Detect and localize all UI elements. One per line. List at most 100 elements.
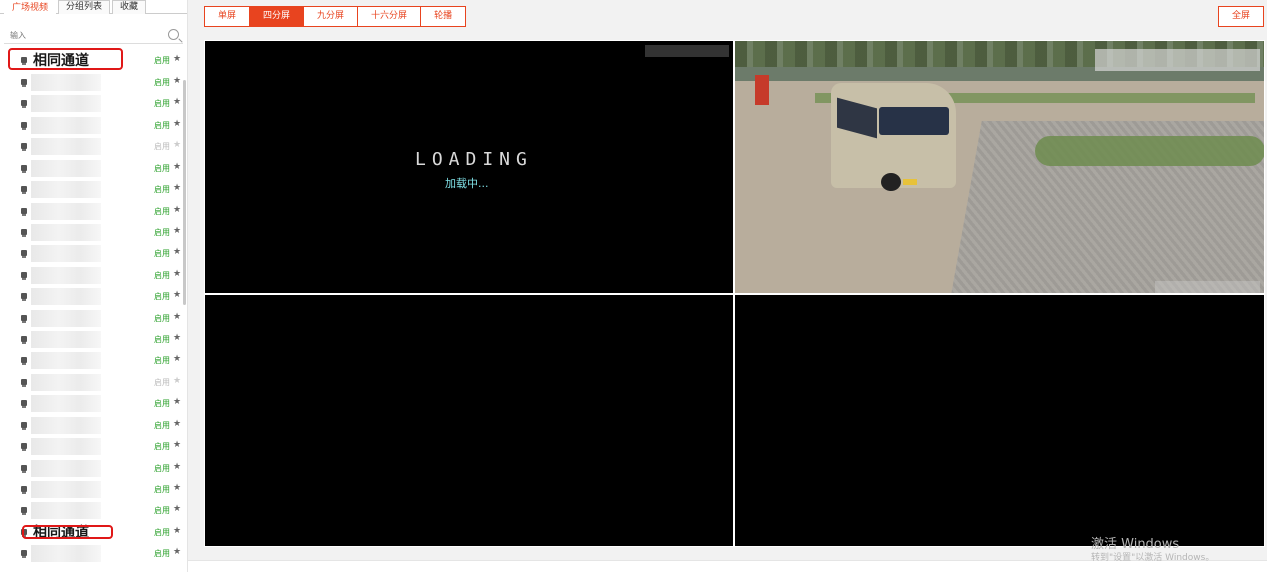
list-item[interactable]: 启用 ★ (0, 201, 186, 222)
camera-icon (21, 165, 27, 173)
status-badge: 启用 (154, 78, 170, 87)
search-input[interactable] (4, 28, 183, 43)
fullscreen-button[interactable]: 全屏 (1218, 6, 1265, 27)
sidebar-tabs: 广场视频 分组列表 收藏 (0, 0, 187, 15)
tab-square-video[interactable]: 广场视频 (4, 1, 57, 15)
list-item[interactable]: 启用 ★ (0, 500, 186, 521)
camera-icon (21, 208, 27, 216)
favorite-star-icon[interactable]: ★ (173, 290, 181, 300)
list-item[interactable]: 相同通道 启用 ★ (0, 522, 186, 543)
status-badge: 启用 (154, 249, 170, 258)
channel-name (31, 352, 101, 369)
channel-name (31, 310, 101, 327)
favorite-star-icon[interactable]: ★ (173, 419, 181, 429)
favorite-star-icon[interactable]: ★ (173, 312, 181, 322)
list-item[interactable]: 启用 ★ (0, 265, 186, 286)
favorite-star-icon[interactable]: ★ (173, 247, 181, 257)
favorite-star-icon[interactable]: ★ (173, 504, 181, 514)
favorite-star-icon[interactable]: ★ (173, 97, 181, 107)
video-cell-2[interactable] (735, 41, 1264, 293)
camera-icon (21, 465, 27, 473)
list-item[interactable]: 启用 ★ (0, 479, 186, 500)
favorite-star-icon[interactable]: ★ (173, 119, 181, 129)
quad-screen-button[interactable]: 四分屏 (249, 6, 305, 27)
list-item[interactable]: 启用 ★ (0, 243, 186, 264)
blurred-timestamp (1155, 281, 1260, 293)
favorite-star-icon[interactable]: ★ (173, 376, 181, 386)
camera-icon (21, 400, 27, 408)
list-item[interactable]: 启用 ★ (0, 115, 186, 136)
favorite-star-icon[interactable]: ★ (173, 76, 181, 86)
list-item[interactable]: 启用 ★ (0, 415, 186, 436)
camera-icon (21, 422, 27, 430)
camera-icon (21, 100, 27, 108)
nine-screen-button[interactable]: 九分屏 (303, 6, 359, 27)
favorite-star-icon[interactable]: ★ (173, 205, 181, 215)
favorite-star-icon[interactable]: ★ (173, 333, 181, 343)
list-item[interactable]: 启用 ★ (0, 372, 186, 393)
favorite-star-icon[interactable]: ★ (173, 269, 181, 279)
list-item[interactable]: 启用 ★ (0, 136, 186, 157)
list-item[interactable]: 启用 ★ (0, 72, 186, 93)
list-item[interactable]: 启用 ★ (0, 93, 186, 114)
status-badge: 启用 (154, 464, 170, 473)
favorite-star-icon[interactable]: ★ (173, 140, 181, 150)
favorite-star-icon[interactable]: ★ (173, 483, 181, 493)
favorite-star-icon[interactable]: ★ (173, 397, 181, 407)
camera-icon (21, 143, 27, 151)
camera-icon (21, 379, 27, 387)
list-item[interactable]: 启用 ★ (0, 329, 186, 350)
camera-icon (21, 186, 27, 194)
list-item[interactable]: 启用 ★ (0, 158, 186, 179)
favorite-star-icon[interactable]: ★ (173, 54, 181, 64)
favorite-star-icon[interactable]: ★ (173, 462, 181, 472)
video-cell-3[interactable] (205, 295, 733, 546)
channel-name (31, 481, 101, 498)
list-item[interactable]: 启用 ★ (0, 436, 186, 457)
channel-name (31, 438, 101, 455)
blurred-overlay (1095, 49, 1260, 71)
tab-favorites[interactable]: 收藏 (112, 0, 147, 14)
list-item[interactable]: 启用 ★ (0, 458, 186, 479)
scene-bus (831, 83, 956, 191)
sidebar-scrollbar[interactable] (183, 80, 186, 305)
search-icon[interactable] (168, 29, 179, 40)
carousel-button[interactable]: 轮播 (420, 6, 467, 27)
highlight-annotation (22, 525, 113, 539)
list-item[interactable]: 启用 ★ (0, 286, 186, 307)
list-item[interactable]: 启用 ★ (0, 350, 186, 371)
favorite-star-icon[interactable]: ★ (173, 440, 181, 450)
bus-rear-window (879, 107, 949, 135)
list-item[interactable]: 启用 ★ (0, 222, 186, 243)
status-badge: 启用 (154, 271, 170, 280)
channel-name (31, 117, 101, 134)
list-item[interactable]: 启用 ★ (0, 393, 186, 414)
status-badge: 启用 (154, 185, 170, 194)
favorite-star-icon[interactable]: ★ (173, 547, 181, 557)
scene-grass-island (1035, 136, 1264, 166)
bus-plate (903, 179, 917, 185)
sixteen-screen-button[interactable]: 十六分屏 (357, 6, 422, 27)
status-badge: 启用 (154, 356, 170, 365)
single-screen-button[interactable]: 单屏 (204, 6, 251, 27)
favorite-star-icon[interactable]: ★ (173, 354, 181, 364)
favorite-star-icon[interactable]: ★ (173, 226, 181, 236)
channel-name (31, 160, 101, 177)
channel-name (31, 502, 101, 519)
list-item[interactable]: 相同通道 启用 ★ (0, 48, 186, 71)
channel-name (31, 267, 101, 284)
list-item[interactable]: 启用 ★ (0, 543, 186, 564)
loading-animation: LOADING (415, 149, 533, 170)
layout-toolbar: 单屏 四分屏 九分屏 十六分屏 轮播 (204, 6, 467, 27)
camera-icon (21, 507, 27, 515)
list-item[interactable]: 启用 ★ (0, 179, 186, 200)
camera-icon (21, 357, 27, 365)
favorite-star-icon[interactable]: ★ (173, 183, 181, 193)
video-cell-4[interactable] (735, 295, 1264, 546)
channel-name (31, 395, 101, 412)
favorite-star-icon[interactable]: ★ (173, 162, 181, 172)
tab-group-list[interactable]: 分组列表 (58, 0, 111, 14)
list-item[interactable]: 启用 ★ (0, 308, 186, 329)
video-cell-1[interactable]: LOADING 加载中... (205, 41, 733, 293)
favorite-star-icon[interactable]: ★ (173, 526, 181, 536)
